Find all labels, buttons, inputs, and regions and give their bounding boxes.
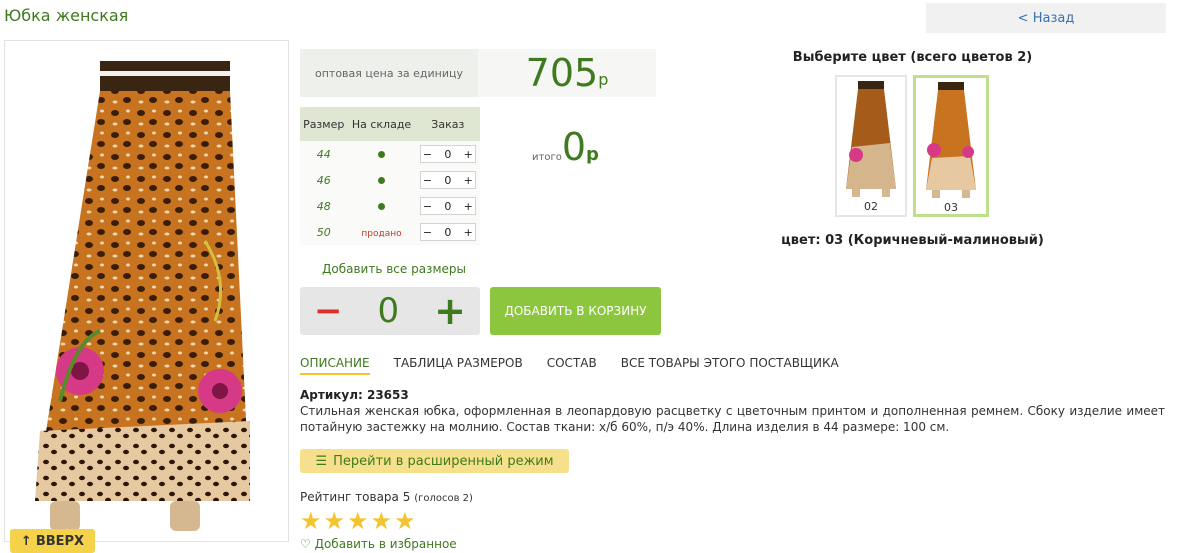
table-row: 50 продано − 0 + [300, 219, 480, 245]
advanced-mode-button[interactable]: ☰ Перейти в расширенный режим [300, 449, 569, 473]
order-total: итого0р [532, 125, 599, 169]
color-option-03[interactable]: 03 [913, 75, 989, 217]
in-stock-icon [378, 176, 386, 184]
add-all-sizes-link[interactable]: Добавить все размеры [322, 262, 466, 276]
star-icon[interactable]: ★ [371, 509, 393, 533]
table-row: 46 − 0 + [300, 167, 480, 193]
product-description: Стильная женская юбка, оформленная в лео… [300, 404, 1165, 434]
order-header: Заказ [415, 107, 480, 141]
tab-composition[interactable]: СОСТАВ [547, 356, 597, 375]
increment-button[interactable]: + [464, 200, 473, 213]
tab-description[interactable]: ОПИСАНИЕ [300, 356, 370, 375]
rating-text: Рейтинг товара 5 (голосов 2) [300, 490, 473, 504]
selected-color-label: цвет: 03 (Коричневый-малиновый) [781, 233, 1044, 248]
size-header: Размер [300, 107, 348, 141]
in-stock-icon [378, 202, 386, 210]
stepper-value: 0 [444, 173, 452, 187]
scroll-up-button[interactable]: ↑ ВВЕРХ [10, 529, 95, 553]
color-thumbnail [846, 81, 896, 197]
add-to-favorites-link[interactable]: ♡ Добавить в избранное [300, 537, 457, 551]
color-thumbnail [926, 82, 976, 198]
color-option-label: 02 [864, 200, 878, 213]
stock-cell [347, 193, 416, 219]
in-stock-icon [378, 150, 386, 158]
article-number: Артикул: 23653 [300, 388, 409, 402]
list-icon: ☰ [315, 453, 328, 469]
product-tabs: ОПИСАНИЕ ТАБЛИЦА РАЗМЕРОВ СОСТАВ ВСЕ ТОВ… [300, 356, 839, 375]
tab-size-table[interactable]: ТАБЛИЦА РАЗМЕРОВ [394, 356, 523, 375]
stock-cell [347, 141, 416, 167]
order-stepper[interactable]: − 0 + [419, 171, 476, 189]
quantity-stepper[interactable]: − 0 + [300, 287, 480, 335]
price-label: оптовая цена за единицу [300, 49, 478, 97]
decrement-button[interactable]: − [423, 226, 432, 239]
page-title: Юбка женская [4, 6, 129, 25]
color-option-02[interactable]: 02 [835, 75, 907, 217]
size-value: 44 [300, 141, 348, 167]
tab-supplier-products[interactable]: ВСЕ ТОВАРЫ ЭТОГО ПОСТАВЩИКА [621, 356, 839, 375]
heart-icon: ♡ [300, 537, 311, 551]
decrement-button[interactable]: − [423, 200, 432, 213]
star-icon[interactable]: ★ [324, 509, 346, 533]
table-row: 44 − 0 + [300, 141, 480, 167]
quantity-increment-button[interactable]: + [434, 292, 466, 330]
stock-cell: продано [347, 219, 416, 245]
stepper-value: 0 [444, 225, 452, 239]
order-stepper[interactable]: − 0 + [419, 223, 476, 241]
add-to-cart-button[interactable]: ДОБАВИТЬ В КОРЗИНУ [490, 287, 661, 335]
color-picker-title: Выберите цвет (всего цветов 2) [792, 50, 1033, 65]
quantity-value: 0 [377, 291, 400, 331]
decrement-button[interactable]: − [423, 174, 432, 187]
stock-cell [347, 167, 416, 193]
sold-out-label: продано [361, 228, 402, 239]
order-stepper[interactable]: − 0 + [419, 145, 476, 163]
increment-button[interactable]: + [464, 226, 473, 239]
size-table: Размер На складе Заказ 44 − 0 + 46 − 0 +… [300, 107, 480, 245]
arrow-up-icon: ↑ [20, 533, 32, 549]
color-option-label: 03 [944, 201, 958, 214]
star-icon[interactable]: ★ [300, 509, 322, 533]
price-value: 705 р [478, 49, 656, 97]
rating-stars: ★ ★ ★ ★ ★ [300, 509, 416, 533]
product-image [4, 40, 289, 542]
table-row: 48 − 0 + [300, 193, 480, 219]
increment-button[interactable]: + [464, 174, 473, 187]
increment-button[interactable]: + [464, 148, 473, 161]
size-value: 50 [300, 219, 348, 245]
star-icon[interactable]: ★ [347, 509, 369, 533]
star-icon[interactable]: ★ [394, 509, 416, 533]
stepper-value: 0 [444, 147, 452, 161]
size-value: 46 [300, 167, 348, 193]
decrement-button[interactable]: − [423, 148, 432, 161]
back-button[interactable]: < Назад [926, 3, 1166, 33]
quantity-decrement-button[interactable]: − [314, 294, 343, 328]
stock-header: На складе [347, 107, 416, 141]
order-stepper[interactable]: − 0 + [419, 197, 476, 215]
stepper-value: 0 [444, 199, 452, 213]
size-value: 48 [300, 193, 348, 219]
